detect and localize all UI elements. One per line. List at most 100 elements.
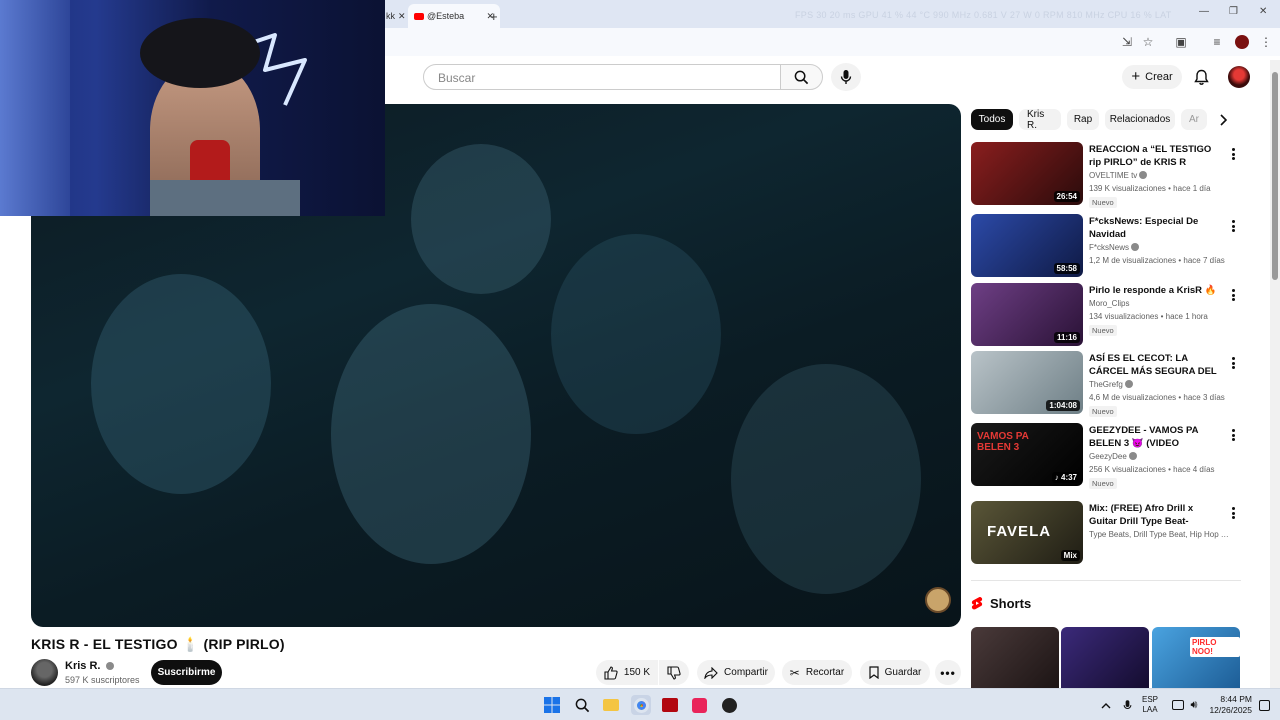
system-clock[interactable]: 8:44 PM 12/26/2025 [1206,694,1252,716]
share-button[interactable]: Compartir [697,660,775,685]
tab-label: kk [386,11,395,21]
dislike-button[interactable] [659,660,689,685]
tab-label: @Esteba [427,11,465,21]
file-explorer-icon[interactable] [601,695,621,715]
short-thumbnail[interactable] [1061,627,1149,689]
language-indicator[interactable]: ESP LAA [1142,695,1158,715]
close-window-icon[interactable]: ✕ [1259,6,1267,17]
create-button[interactable]: + Crear [1122,65,1182,89]
chrome-icon[interactable] [631,695,651,715]
recommendation-title[interactable]: Pirlo le responde a KrisR 🔥 [1089,284,1219,297]
recommendation-item[interactable]: 11:16 Pirlo le responde a KrisR 🔥 Moro_C… [971,283,1241,347]
chip-relacionados[interactable]: Relacionados [1105,109,1175,130]
video-thumbnail[interactable]: 1:04:08 [971,351,1083,414]
recommendation-meta: 134 visualizaciones • hace 1 hora [1089,312,1208,321]
recommendation-item[interactable]: FAVELA Mix Mix: (FREE) Afro Drill x Guit… [971,501,1241,565]
shorts-header: Shorts [971,596,1031,611]
profile-avatar-icon[interactable] [1234,34,1250,50]
clock-time: 8:44 PM [1220,694,1252,704]
netflix-icon[interactable] [660,695,680,715]
recommendation-title[interactable]: GEEZYDEE - VAMOS PA BELEN 3 😈 (VIDEO OFI… [1089,424,1219,450]
recommendation-title[interactable]: F*cksNews: Especial De Navidad [1089,215,1219,241]
like-button[interactable]: 150 K [596,660,658,685]
video-thumbnail[interactable]: VAMOS PA BELEN 3 ♪ 4:37 [971,423,1083,486]
page-scrollbar[interactable] [1270,60,1280,688]
recommendation-channel[interactable]: GeezyDee [1089,452,1137,461]
thumbs-down-icon [667,665,681,680]
subscribe-button[interactable]: Suscribirme [151,660,222,685]
recommendation-title[interactable]: ASÍ ES EL CECOT: LA CÁRCEL MÁS SEGURA DE… [1089,352,1219,378]
more-vertical-icon[interactable] [1229,287,1237,303]
search-button[interactable] [780,64,823,90]
recommendation-item[interactable]: 58:58 F*cksNews: Especial De Navidad F*c… [971,214,1241,278]
install-app-icon[interactable]: ⇲ [1119,34,1135,50]
recommendation-channel[interactable]: F*cksNews [1089,243,1140,252]
recommendation-channel[interactable]: Moro_Clips [1089,299,1129,308]
video-thumbnail[interactable]: 11:16 [971,283,1083,346]
more-vertical-icon[interactable] [1229,218,1237,234]
more-actions-button[interactable]: ••• [935,660,961,685]
bookmark-star-icon[interactable]: ☆ [1140,34,1156,50]
recommendation-title[interactable]: REACCION a “EL TESTIGO rip PIRLO” de KRI… [1089,143,1219,169]
more-vertical-icon[interactable] [1229,146,1237,162]
browser-menu-icon[interactable]: ⋮ [1258,34,1274,50]
video-title: KRIS R - EL TESTIGO 🕯️ (RIP PIRLO) [31,636,285,652]
notifications-icon[interactable] [1254,695,1274,715]
account-avatar[interactable] [1228,66,1250,88]
youtube-favicon-icon [414,12,424,20]
minimize-icon[interactable]: — [1199,6,1209,17]
volume-icon[interactable]: 🔊︎ [1184,695,1204,715]
language-code: ESP [1142,695,1159,704]
video-frame-figure [551,234,721,434]
performance-overlay: FPS 30 20 ms GPU 41 % 44 °C 990 MHz 0.68… [795,10,1172,20]
short-thumbnail-label: PIRLO NOO! [1190,637,1240,657]
windows-start-icon[interactable] [542,695,562,715]
close-icon[interactable]: ✕ [398,11,406,22]
channel-name[interactable]: Kris R. [65,660,114,672]
new-tab-button[interactable]: + [484,4,504,28]
voice-search-button[interactable] [831,63,861,91]
scrollbar-thumb[interactable] [1272,72,1278,280]
clock-date: 12/26/2025 [1209,705,1252,715]
chip-ar[interactable]: Ar [1181,109,1207,130]
channel-watermark[interactable] [925,587,951,613]
app-icon[interactable] [719,695,739,715]
recommendation-item[interactable]: 26:54 REACCION a “EL TESTIGO rip PIRLO” … [971,142,1241,208]
recommendation-channel[interactable]: Type Beats, Drill Type Beat, Hip Hop Typ… [1089,530,1229,539]
channel-name-text: Kris R. [65,660,101,672]
chip-rap[interactable]: Rap [1067,109,1099,130]
more-vertical-icon[interactable] [1229,505,1237,521]
tiktok-icon[interactable] [689,695,709,715]
recommendation-channel[interactable]: OVELTIME tv [1089,171,1148,180]
thumbs-up-icon [604,665,618,680]
short-thumbnail[interactable]: PIRLO NOO! [1152,627,1240,689]
recommendation-channel[interactable]: TheGrefg [1089,380,1133,389]
save-button[interactable]: Guardar [860,660,930,685]
clip-button[interactable]: ✂ Recortar [782,660,852,685]
recommendation-title[interactable]: Mix: (FREE) Afro Drill x Guitar Drill Ty… [1089,502,1219,528]
restore-icon[interactable]: ❐ [1229,6,1238,17]
reading-list-icon[interactable]: ≡ [1209,34,1225,50]
chevron-up-icon[interactable] [1096,695,1116,715]
channel-avatar[interactable] [31,659,58,686]
chip-todos[interactable]: Todos [971,109,1013,130]
chip-kris-r[interactable]: Kris R. [1019,109,1061,131]
search-input[interactable]: Buscar [423,64,781,90]
chips-next-button[interactable] [1213,110,1233,130]
short-thumbnail[interactable] [971,627,1059,689]
microphone-icon[interactable] [1117,695,1137,715]
more-vertical-icon[interactable] [1229,355,1237,371]
verified-icon [1139,171,1148,179]
recommendation-item[interactable]: 1:04:08 ASÍ ES EL CECOT: LA CÁRCEL MÁS S… [971,351,1241,417]
video-thumbnail[interactable]: 58:58 [971,214,1083,277]
scissors-icon: ✂ [789,665,800,680]
search-icon[interactable] [572,695,592,715]
more-vertical-icon[interactable] [1229,427,1237,443]
video-thumbnail[interactable]: 26:54 [971,142,1083,205]
notifications-button[interactable] [1190,66,1212,88]
channel-text: GeezyDee [1089,452,1127,461]
thumbnail-art: FAVELA [987,523,1052,540]
recommendation-item[interactable]: VAMOS PA BELEN 3 ♪ 4:37 GEEZYDEE - VAMOS … [971,423,1241,489]
sidebar-icon[interactable]: ▣ [1173,34,1189,50]
video-thumbnail[interactable]: FAVELA Mix [971,501,1083,564]
